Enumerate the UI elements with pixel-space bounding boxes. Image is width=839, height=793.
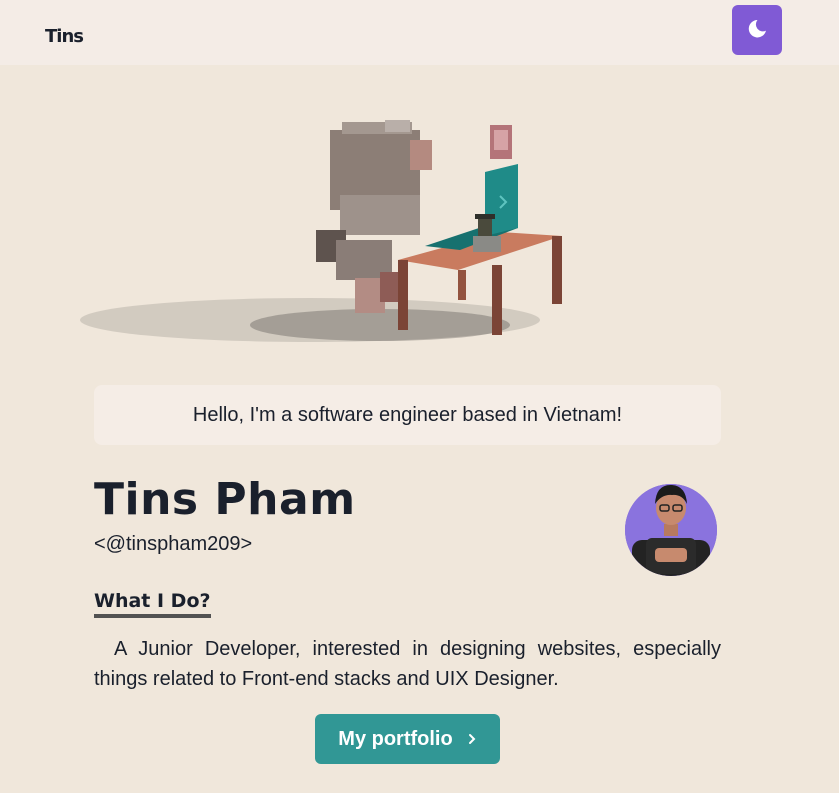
site-logo[interactable]: Tins	[45, 26, 84, 47]
greeting-banner: Hello, I'm a software engineer based in …	[94, 385, 721, 445]
section-heading-what-i-do: What I Do?	[94, 590, 211, 618]
profile-name: Tins Pham	[94, 474, 356, 525]
profile-avatar	[622, 478, 720, 576]
chevron-right-icon	[467, 733, 477, 745]
portfolio-button-label: My portfolio	[338, 727, 453, 750]
hero-voxel-illustration	[80, 100, 600, 360]
work-description: A Junior Developer, interested in design…	[94, 638, 721, 690]
my-portfolio-button[interactable]: My portfolio	[315, 714, 500, 764]
moon-icon	[746, 18, 768, 43]
profile-handle: <@tinspham209>	[94, 533, 253, 555]
navbar: Tins	[0, 0, 839, 65]
theme-toggle-button[interactable]	[732, 5, 782, 55]
